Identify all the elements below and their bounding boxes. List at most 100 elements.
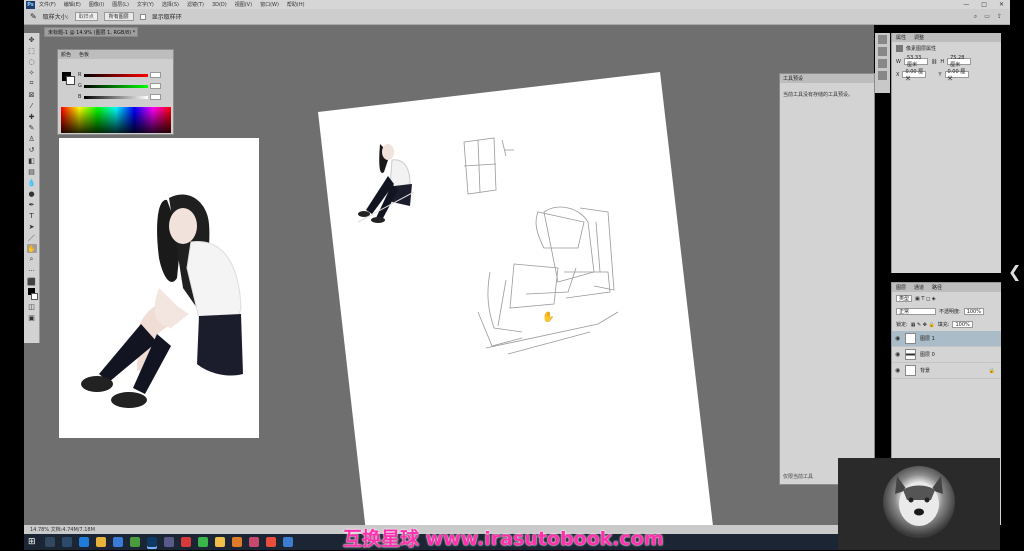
menu-image[interactable]: 图像(I): [89, 1, 104, 8]
layer-name[interactable]: 图层 1: [920, 335, 935, 342]
collapse-arrow-icon[interactable]: ❮: [1008, 262, 1021, 281]
visibility-eye-icon[interactable]: ◉: [895, 351, 901, 358]
marquee-tool-icon[interactable]: ⬚: [27, 46, 37, 55]
more-tools-icon[interactable]: ···: [27, 266, 37, 275]
layer-name[interactable]: 图层 0: [920, 351, 935, 358]
green-value-field[interactable]: [150, 83, 161, 89]
frame-tool-icon[interactable]: ⊠: [27, 90, 37, 99]
lasso-tool-icon[interactable]: ◌: [27, 57, 37, 66]
taskbar-xbox-icon[interactable]: [130, 537, 140, 547]
move-tool-icon[interactable]: ✥: [27, 35, 37, 44]
taskbar-taskview-icon[interactable]: [62, 537, 72, 547]
menu-help[interactable]: 帮助(H): [287, 1, 305, 8]
clone-stamp-icon[interactable]: ♙: [27, 134, 37, 143]
taskbar-photoshop-icon[interactable]: [147, 537, 157, 547]
color-spectrum[interactable]: [61, 107, 171, 133]
sample-select[interactable]: 所有图层: [103, 12, 134, 21]
windows-start-icon[interactable]: ⊞: [28, 537, 38, 547]
menu-layer[interactable]: 图层(L): [112, 1, 129, 8]
screen-mode-icon[interactable]: ▣: [27, 313, 37, 322]
menu-select[interactable]: 选择(S): [162, 1, 179, 8]
quick-select-tool-icon[interactable]: ✧: [27, 68, 37, 77]
filter-icons[interactable]: ▣ T ◻ ◈: [915, 296, 936, 302]
green-slider[interactable]: [84, 85, 148, 88]
sample-size-select[interactable]: 取样点: [74, 12, 98, 21]
y-field[interactable]: 0.00 厘米: [944, 69, 969, 82]
menu-view[interactable]: 视图(V): [235, 1, 252, 8]
hand-tool-icon[interactable]: ✋: [26, 244, 37, 253]
eraser-tool-icon[interactable]: ◧: [27, 156, 37, 165]
visibility-eye-icon[interactable]: ◉: [895, 367, 901, 374]
layer-name[interactable]: 背景: [920, 367, 930, 374]
document-tab[interactable]: 未标题-1 @ 14.9% (图层 1, RGB/8) *: [44, 27, 138, 37]
taskbar-store-icon[interactable]: [232, 537, 242, 547]
close-icon[interactable]: ✕: [999, 1, 1004, 8]
red-value-field[interactable]: [150, 72, 161, 78]
blue-value-field[interactable]: [150, 94, 161, 100]
layer-row[interactable]: ◉ 图层 0: [892, 347, 1001, 363]
opacity-field[interactable]: 100%: [963, 308, 984, 315]
zoom-tool-icon[interactable]: ⌕: [27, 255, 37, 264]
menu-3d[interactable]: 3D(D): [212, 2, 227, 8]
menu-file[interactable]: 文件(F): [39, 1, 56, 8]
brush-panel-icon[interactable]: [878, 47, 887, 56]
width-field[interactable]: 53.33 厘米: [903, 55, 928, 68]
background-color-swatch[interactable]: [30, 293, 38, 300]
red-slider[interactable]: [84, 74, 148, 77]
height-field[interactable]: 75.28 厘米: [947, 55, 972, 68]
taskbar-search-icon[interactable]: [45, 537, 55, 547]
x-field[interactable]: 0.00 厘米: [902, 69, 927, 82]
taskbar-photos-icon[interactable]: [164, 537, 174, 547]
dodge-tool-icon[interactable]: ●: [27, 189, 37, 198]
taskbar-explorer-icon[interactable]: [96, 537, 106, 547]
minimize-icon[interactable]: —: [963, 1, 969, 8]
menu-window[interactable]: 窗口(W): [260, 1, 279, 8]
tool-presets-icon[interactable]: [878, 59, 887, 68]
fill-field[interactable]: 100%: [952, 321, 973, 328]
history-brush-icon[interactable]: ↺: [27, 145, 37, 154]
tab-adjustments[interactable]: 调整: [914, 34, 924, 41]
taskbar-wechat-icon[interactable]: [198, 537, 208, 547]
taskbar-folder-icon[interactable]: [215, 537, 225, 547]
tab-properties[interactable]: 属性: [896, 34, 906, 41]
eyedropper-icon[interactable]: ⁄: [27, 101, 37, 110]
drawing-canvas[interactable]: ✋: [318, 72, 713, 532]
lock-icons[interactable]: ▦ ✎ ✥ 🔒: [911, 322, 935, 328]
taskbar-mail-icon[interactable]: [113, 537, 123, 547]
taskbar-capture-icon[interactable]: [283, 537, 293, 547]
gradient-tool-icon[interactable]: ▤: [27, 167, 37, 176]
shape-tool-icon[interactable]: ／: [27, 233, 37, 242]
history-panel-icon[interactable]: [878, 35, 887, 44]
tab-layers[interactable]: 图层: [896, 284, 906, 291]
default-colors-icon[interactable]: ⬛: [27, 277, 37, 286]
workspace-icon[interactable]: ▭: [984, 13, 990, 21]
menu-filter[interactable]: 滤镜(T): [187, 1, 204, 8]
taskbar-browser-icon[interactable]: [266, 537, 276, 547]
brush-tool-icon[interactable]: ✎: [27, 123, 37, 132]
taskbar-netease-icon[interactable]: [181, 537, 191, 547]
search-icon[interactable]: ⌕: [974, 13, 977, 21]
blue-slider[interactable]: [84, 96, 148, 99]
layer-row[interactable]: ◉ 背景 🔒: [892, 363, 1001, 379]
quick-mask-icon[interactable]: ◫: [27, 302, 37, 311]
tab-swatches[interactable]: 色板: [79, 51, 89, 58]
layer-row[interactable]: ◉ 图层 1: [892, 331, 1001, 347]
character-panel-icon[interactable]: [878, 71, 887, 80]
taskbar-paint-icon[interactable]: [249, 537, 259, 547]
eyedropper-tool-icon[interactable]: ✎: [30, 12, 37, 21]
layer-kind-filter[interactable]: 类型: [896, 295, 913, 302]
current-tool-only-checkbox[interactable]: 仅限当前工具: [783, 473, 813, 480]
path-select-icon[interactable]: ➤: [27, 222, 37, 231]
healing-brush-icon[interactable]: ✚: [27, 112, 37, 121]
taskbar-edge-icon[interactable]: [79, 537, 89, 547]
background-swatch[interactable]: [66, 76, 75, 85]
link-icon[interactable]: ⛓: [931, 59, 937, 65]
show-ring-checkbox[interactable]: [139, 13, 146, 20]
menu-edit[interactable]: 编辑(E): [64, 1, 81, 8]
type-tool-icon[interactable]: T: [27, 211, 37, 220]
menu-type[interactable]: 文字(Y): [137, 1, 154, 8]
crop-tool-icon[interactable]: ⌗: [27, 79, 37, 88]
pen-tool-icon[interactable]: ✒: [27, 200, 37, 209]
maximize-icon[interactable]: □: [981, 1, 987, 8]
tab-color[interactable]: 颜色: [61, 51, 71, 58]
